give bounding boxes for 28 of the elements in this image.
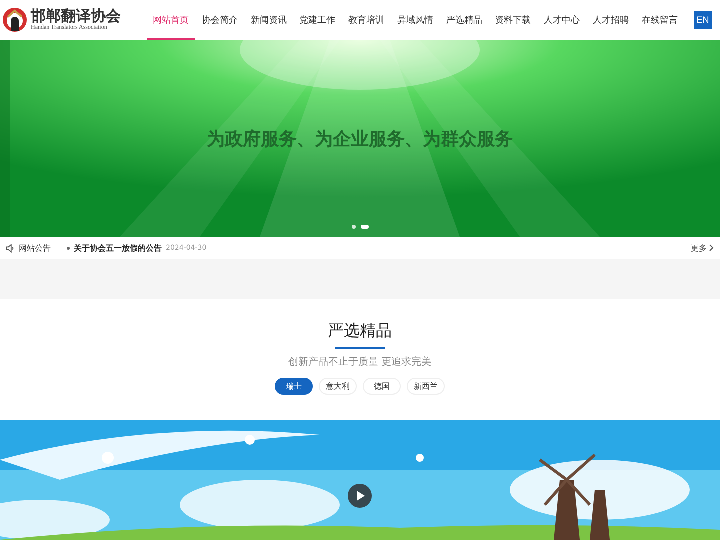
country-tab[interactable]: 新西兰 xyxy=(407,378,445,395)
nav-item[interactable]: 协会简介 xyxy=(196,0,244,40)
nav-item[interactable]: 异域风情 xyxy=(391,0,440,40)
nav-item[interactable]: 资料下载 xyxy=(489,0,538,40)
notice-link[interactable]: 关于协会五一放假的公告 xyxy=(74,242,162,254)
logo-icon xyxy=(2,7,28,33)
notice-label: 网站公告 xyxy=(19,242,51,254)
language-button[interactable]: EN xyxy=(694,11,712,29)
logo-name: 邯郸翻译协会 xyxy=(31,8,121,24)
nav-item[interactable]: 在线留言 xyxy=(636,0,684,40)
bullet-icon xyxy=(67,246,70,250)
country-tab[interactable]: 瑞士 xyxy=(275,378,313,395)
nav-item[interactable]: 人才中心 xyxy=(538,0,586,40)
nav-item[interactable]: 党建工作 xyxy=(294,0,342,40)
nav-item[interactable]: 人才招聘 xyxy=(587,0,636,40)
country-tab[interactable]: 德国 xyxy=(363,378,401,395)
section-subtitle: 创新产品不止于质量 更追求完美 xyxy=(288,356,432,369)
chevron-icon xyxy=(709,244,714,252)
section-title: 严选精品 xyxy=(328,321,392,342)
slider-dot[interactable] xyxy=(352,225,356,229)
nav-item[interactable]: 新闻资讯 xyxy=(244,0,293,40)
nav-item[interactable]: 严选精品 xyxy=(440,0,488,40)
more-link[interactable]: 更多 xyxy=(691,242,714,254)
country-tab[interactable]: 意大利 xyxy=(319,378,357,395)
banner-slogan: 为政府服务、为企业服务、为群众服务 xyxy=(207,128,513,150)
nav-item[interactable]: 教育培训 xyxy=(342,0,391,40)
speaker-icon xyxy=(6,244,15,252)
play-icon xyxy=(356,491,364,501)
